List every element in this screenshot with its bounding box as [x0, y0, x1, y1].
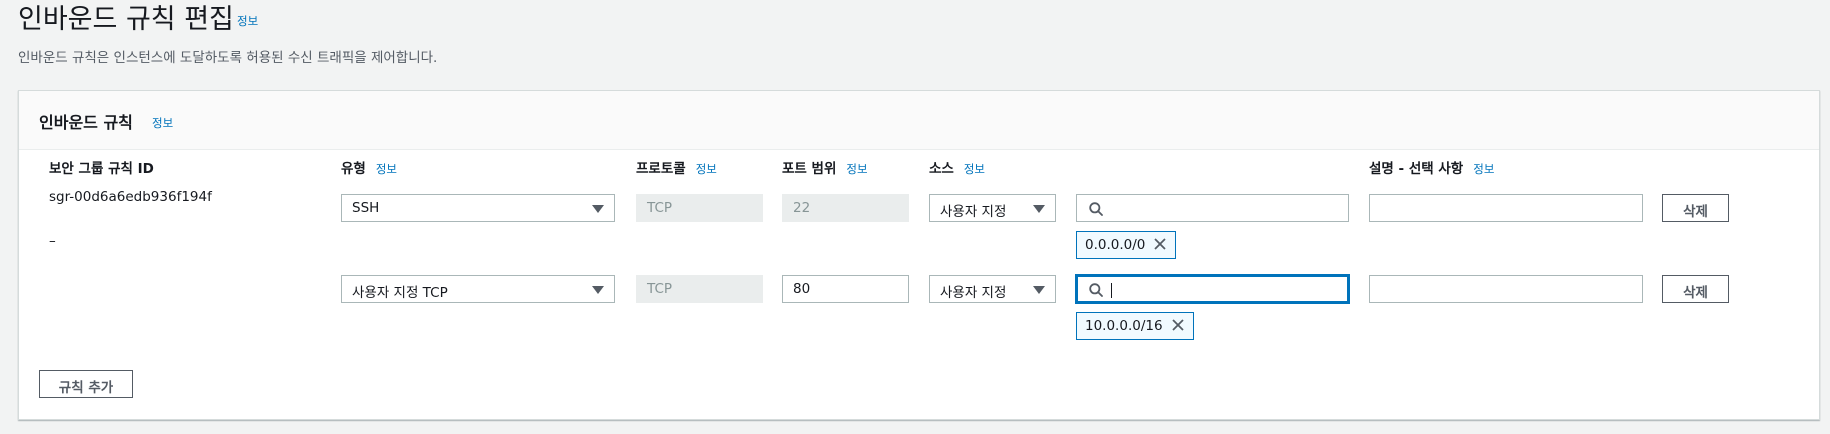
col-header-description-label: 설명 - 선택 사항 — [1369, 161, 1464, 177]
col-header-source: 소스 정보 — [929, 157, 985, 177]
rule-id-cell: – — [49, 233, 56, 249]
source-token-label: 10.0.0.0/16 — [1085, 318, 1163, 334]
source-type-select-value: 사용자 지정 — [940, 285, 1007, 301]
search-icon — [1089, 202, 1103, 216]
source-type-select[interactable]: 사용자 지정 — [929, 275, 1056, 303]
col-header-rule-id-label: 보안 그룹 규칙 ID — [49, 161, 154, 177]
caret-down-icon — [1033, 286, 1045, 294]
port-range-info-link[interactable]: 정보 — [846, 162, 867, 176]
type-select-value: SSH — [352, 200, 380, 216]
col-header-protocol: 프로토콜 정보 — [636, 157, 717, 177]
delete-button[interactable]: 삭제 — [1662, 194, 1729, 222]
caret-down-icon — [592, 205, 604, 213]
panel-title: 인바운드 규칙 — [39, 113, 133, 132]
source-type-select-value: 사용자 지정 — [940, 204, 1007, 220]
description-input[interactable] — [1369, 194, 1643, 222]
caret-down-icon — [592, 286, 604, 294]
description-input[interactable] — [1369, 275, 1643, 303]
protocol-field: TCP — [636, 275, 763, 303]
search-icon — [1089, 283, 1103, 297]
col-header-description: 설명 - 선택 사항 정보 — [1369, 157, 1494, 177]
source-token: 10.0.0.0/16 — [1076, 312, 1194, 340]
col-header-protocol-label: 프로토콜 — [636, 161, 686, 177]
port-range-field: 22 — [782, 194, 909, 222]
col-header-rule-id: 보안 그룹 규칙 ID — [49, 157, 154, 177]
panel-header: 인바운드 규칙 정보 — [19, 91, 1819, 150]
source-search-input[interactable] — [1076, 275, 1349, 303]
col-header-source-label: 소스 — [929, 161, 954, 177]
description-info-link[interactable]: 정보 — [1473, 162, 1494, 176]
source-search-input[interactable] — [1076, 194, 1349, 222]
caret-down-icon — [1033, 205, 1045, 213]
type-select-value: 사용자 지정 TCP — [352, 285, 448, 301]
page-title: 인바운드 규칙 편집 — [18, 4, 234, 35]
text-cursor — [1111, 283, 1112, 298]
rule-id-cell: sgr-00d6a6edb936f194f — [49, 189, 212, 205]
col-header-type-label: 유형 — [341, 161, 366, 177]
type-select[interactable]: SSH — [341, 194, 615, 222]
col-header-port-range: 포트 범위 정보 — [782, 157, 868, 177]
page-info-link[interactable]: 정보 — [237, 13, 258, 29]
source-info-link[interactable]: 정보 — [964, 162, 985, 176]
inbound-rules-panel: 인바운드 규칙 정보 보안 그룹 규칙 ID 유형 정보 프로토콜 정보 포트 범위… — [18, 90, 1820, 420]
close-icon[interactable] — [1171, 318, 1185, 332]
page-description: 인바운드 규칙은 인스턴스에 도달하도록 허용된 수신 트래픽을 제어합니다. — [18, 50, 438, 66]
col-header-type: 유형 정보 — [341, 157, 397, 177]
add-rule-button[interactable]: 규칙 추가 — [39, 370, 133, 398]
close-icon[interactable] — [1153, 237, 1167, 251]
delete-button[interactable]: 삭제 — [1662, 275, 1729, 303]
protocol-info-link[interactable]: 정보 — [696, 162, 717, 176]
type-select[interactable]: 사용자 지정 TCP — [341, 275, 615, 303]
port-range-input[interactable]: 80 — [782, 275, 909, 303]
type-info-link[interactable]: 정보 — [376, 162, 397, 176]
col-header-port-range-label: 포트 범위 — [782, 161, 837, 177]
protocol-field: TCP — [636, 194, 763, 222]
source-token: 0.0.0.0/0 — [1076, 231, 1177, 259]
panel-info-link[interactable]: 정보 — [152, 115, 173, 131]
source-type-select[interactable]: 사용자 지정 — [929, 194, 1056, 222]
source-token-label: 0.0.0.0/0 — [1085, 237, 1146, 253]
